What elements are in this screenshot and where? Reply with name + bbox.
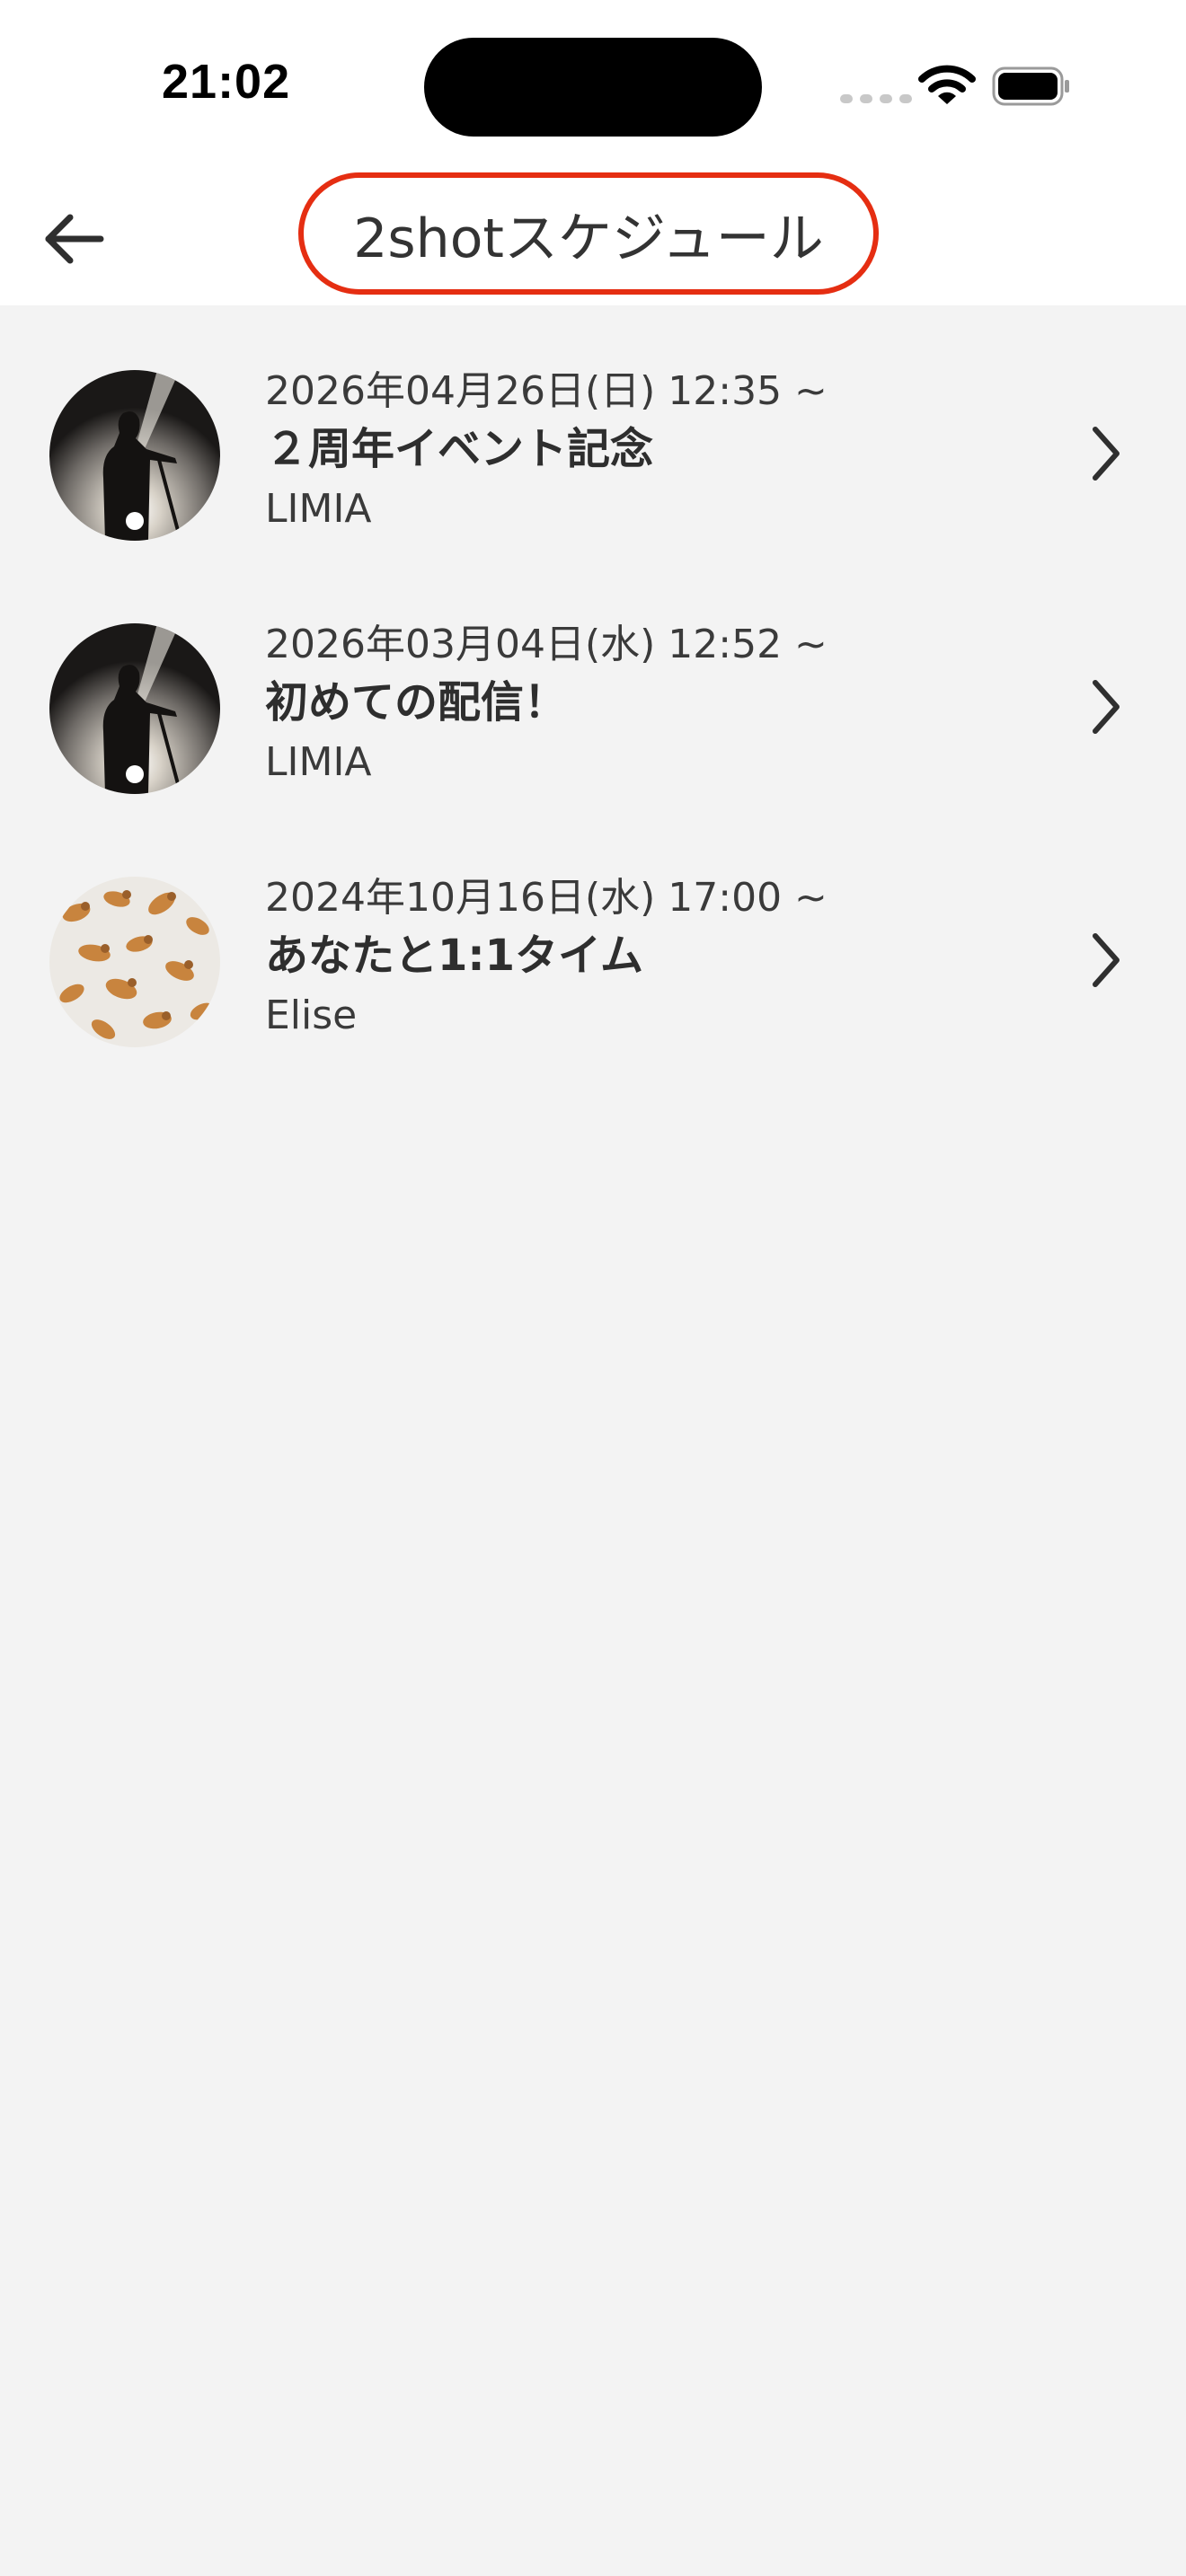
event-host: LIMIA (265, 739, 372, 785)
event-title: ２周年イベント記念 (265, 424, 654, 474)
event-info: 2026年04月26日(日) 12:35 ~ ２周年イベント記念 LIMIA (265, 366, 1074, 537)
event-avatar (49, 370, 220, 541)
status-bar: 21:02 (0, 0, 1186, 163)
event-info: 2026年03月04日(水) 12:52 ~ 初めての配信！ LIMIA (265, 620, 1074, 790)
event-avatar (49, 877, 220, 1047)
dinosaur-cookies-image (49, 877, 220, 1047)
cellular-signal-icon (840, 94, 912, 103)
chevron-right-icon (1093, 427, 1120, 481)
app-header: 2shotスケジュール (0, 163, 1186, 305)
event-info: 2024年10月16日(水) 17:00 ~ あなたと1:1タイム Elise (265, 873, 1074, 1044)
page-title-highlight: 2shotスケジュール (298, 172, 879, 295)
dynamic-island (424, 38, 762, 137)
event-host: Elise (265, 992, 358, 1038)
chevron-right-icon (1093, 680, 1120, 734)
event-row[interactable]: 2024年10月16日(水) 17:00 ~ あなたと1:1タイム Elise (0, 873, 1186, 1126)
page-title: 2shotスケジュール (353, 207, 824, 270)
wifi-icon (918, 65, 976, 104)
event-date: 2024年10月16日(水) 17:00 ~ (265, 875, 828, 921)
arrow-left-icon (45, 214, 104, 264)
event-date: 2026年03月04日(水) 12:52 ~ (265, 622, 828, 667)
concert-silhouette-image (49, 623, 220, 794)
status-time: 21:02 (162, 55, 291, 109)
event-title: 初めての配信！ (265, 677, 568, 728)
concert-silhouette-image (49, 370, 220, 541)
event-row[interactable]: 2026年04月26日(日) 12:35 ~ ２周年イベント記念 LIMIA (0, 366, 1186, 620)
event-row[interactable]: 2026年03月04日(水) 12:52 ~ 初めての配信！ LIMIA (0, 620, 1186, 873)
chevron-right-icon (1093, 933, 1120, 987)
event-date: 2026年04月26日(日) 12:35 ~ (265, 368, 828, 414)
battery-icon (992, 66, 1069, 106)
event-avatar (49, 623, 220, 794)
event-title: あなたと1:1タイム (265, 931, 644, 981)
event-host: LIMIA (265, 486, 372, 532)
back-button[interactable] (36, 203, 117, 275)
